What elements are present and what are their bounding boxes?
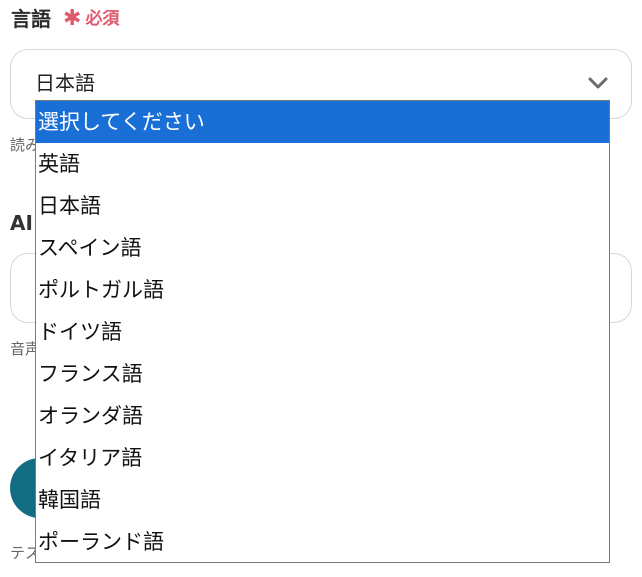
chevron-down-icon (588, 77, 608, 89)
required-text: 必須 (85, 9, 120, 29)
required-asterisk-icon: ✱ (63, 6, 82, 31)
dropdown-option-korean[interactable]: 韓国語 (36, 479, 609, 521)
required-indicator: ✱ 必須 (63, 6, 119, 32)
dropdown-option-placeholder[interactable]: 選択してください (36, 101, 609, 143)
page: 言語 ✱ 必須 日本語 読み AI 音声 テス 選択してください 英語 日本語 … (0, 0, 642, 577)
dropdown-option-german[interactable]: ドイツ語 (36, 311, 609, 353)
field-label-text: 言語 (11, 7, 51, 31)
dropdown-option-japanese[interactable]: 日本語 (36, 185, 609, 227)
dropdown-option-french[interactable]: フランス語 (36, 353, 609, 395)
language-dropdown-list: 選択してください 英語 日本語 スペイン語 ポルトガル語 ドイツ語 フランス語 … (35, 100, 610, 563)
section-label-ai: AI (10, 211, 33, 235)
dropdown-option-english[interactable]: 英語 (36, 143, 609, 185)
dropdown-option-spanish[interactable]: スペイン語 (36, 227, 609, 269)
dropdown-option-portuguese[interactable]: ポルトガル語 (36, 269, 609, 311)
select-value: 日本語 (35, 71, 95, 95)
field-label: 言語 ✱ 必須 (11, 6, 119, 32)
dropdown-option-dutch[interactable]: オランダ語 (36, 395, 609, 437)
dropdown-option-italian[interactable]: イタリア語 (36, 437, 609, 479)
dropdown-option-polish[interactable]: ポーランド語 (36, 521, 609, 563)
